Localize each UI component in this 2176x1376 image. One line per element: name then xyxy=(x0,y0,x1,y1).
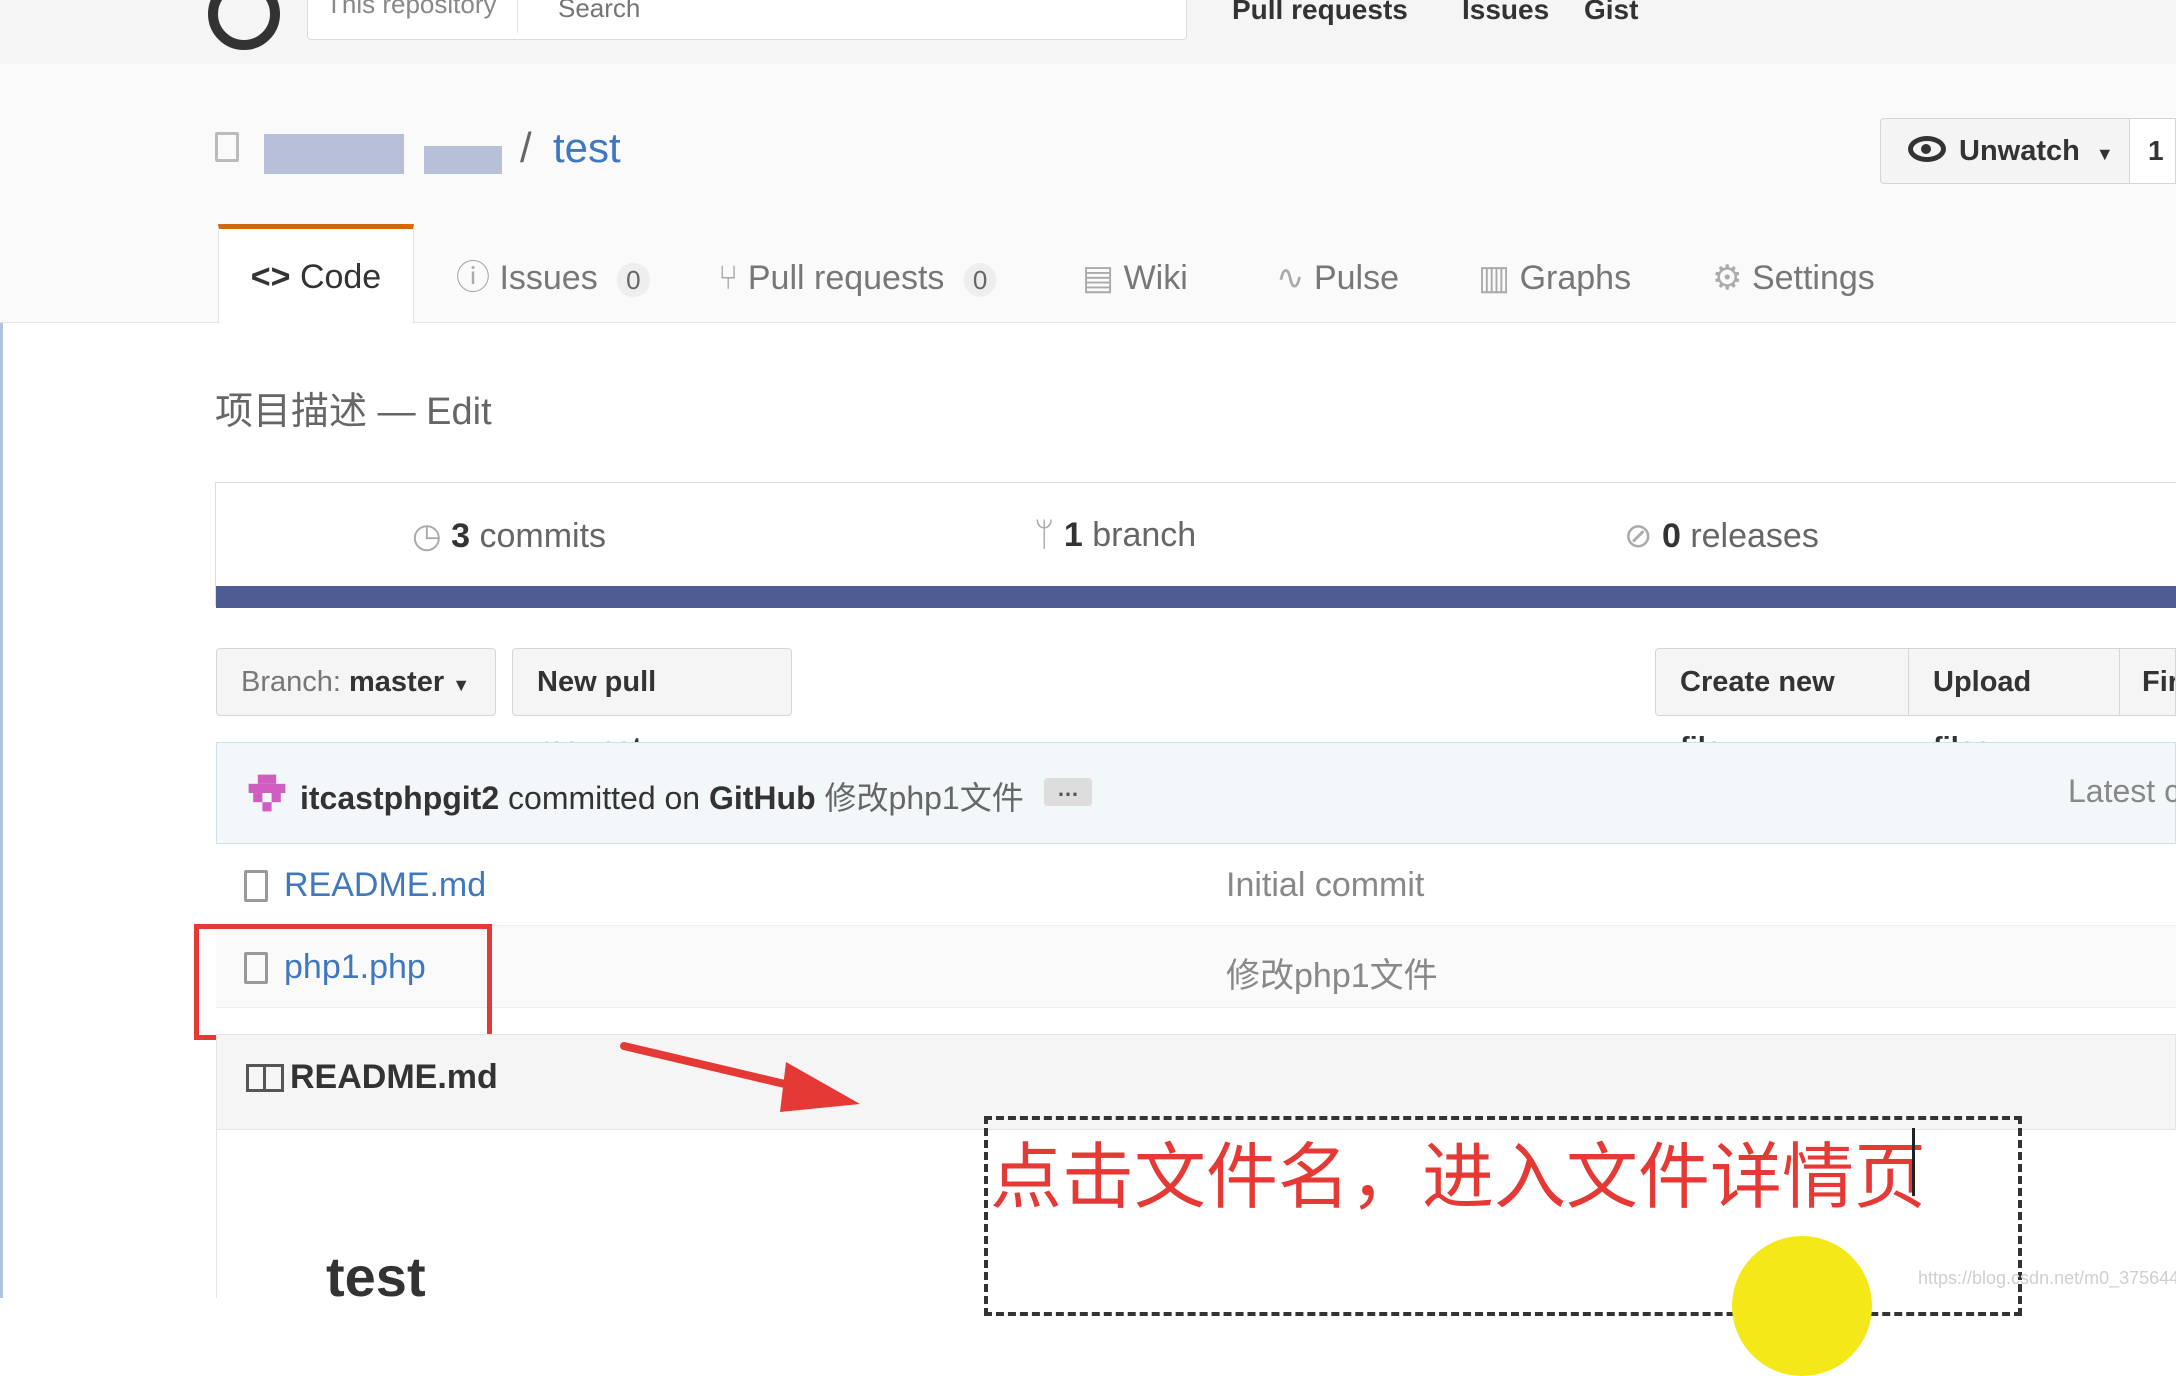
nav-gist[interactable]: Gist xyxy=(1584,0,1638,26)
graph-icon: ▥ xyxy=(1478,259,1511,297)
commit-middle-text: committed on xyxy=(508,780,701,816)
repo-path-separator: / xyxy=(520,124,532,171)
book-icon xyxy=(246,1064,284,1092)
pulse-icon: ∿ xyxy=(1276,259,1305,297)
releases-link[interactable]: ⊘ 0 releases xyxy=(1624,516,1819,556)
file-icon xyxy=(244,870,268,902)
tab-graphs-label: Graphs xyxy=(1519,259,1632,297)
code-icon: <> xyxy=(250,258,291,296)
commits-label: commits xyxy=(479,517,607,555)
tab-pulse-label: Pulse xyxy=(1313,259,1400,297)
create-new-file-button[interactable]: Create new file xyxy=(1655,648,1909,764)
watch-count[interactable]: 1 xyxy=(2129,118,2176,184)
readme-heading: test xyxy=(326,1245,426,1308)
search-scope-label: This repository xyxy=(326,0,518,33)
history-icon: ◷ xyxy=(412,517,442,555)
tab-pull-requests[interactable]: ⑂ Pull requests 0 xyxy=(718,248,997,320)
branch-icon: ᛘ xyxy=(1034,516,1055,554)
edit-description-link[interactable]: Edit xyxy=(426,391,491,433)
caret-down-icon: ▼ xyxy=(2095,144,2114,164)
tab-pulse[interactable]: ∿ Pulse xyxy=(1276,248,1399,320)
commit-summary: itcastphpgit2 committed on GitHub 修改php1… xyxy=(300,773,1024,819)
branch-prefix: Branch: xyxy=(241,666,341,698)
file-name-link[interactable]: README.md xyxy=(284,866,486,905)
search-input[interactable] xyxy=(556,0,1160,29)
tag-icon: ⊘ xyxy=(1624,517,1653,555)
commits-link[interactable]: ◷ 3 commits xyxy=(412,516,606,556)
tab-issues[interactable]: ⓘ Issues 0 xyxy=(456,248,650,320)
commit-author-link[interactable]: itcastphpgit2 xyxy=(300,780,499,816)
pull-requests-counter: 0 xyxy=(963,263,997,298)
repo-description: 项目描述 — Edit xyxy=(215,380,492,435)
file-commit-message[interactable]: Initial commit xyxy=(1226,866,1424,905)
latest-commit-label[interactable]: Latest c xyxy=(2068,773,2176,810)
releases-label: releases xyxy=(1690,517,1819,555)
text-cursor xyxy=(1912,1128,1915,1196)
readme-title: README.md xyxy=(290,1058,498,1096)
nav-pull-requests[interactable]: Pull requests xyxy=(1232,0,1408,26)
releases-count: 0 xyxy=(1661,517,1681,555)
pull-request-icon: ⑂ xyxy=(718,259,739,297)
commit-message-link[interactable]: 修改php1文件 xyxy=(825,780,1024,816)
tab-settings-label: Settings xyxy=(1751,259,1875,297)
new-pull-request-button[interactable]: New pull request xyxy=(512,648,792,764)
upload-files-button[interactable]: Upload files xyxy=(1908,648,2120,764)
file-row: php1.php 修改php1文件 xyxy=(216,926,2176,1008)
unwatch-label: Unwatch xyxy=(1959,135,2080,167)
tab-settings[interactable]: ⚙ Settings xyxy=(1712,248,1875,320)
file-row: README.md Initial commit xyxy=(216,844,2176,926)
repo-owner-blurred[interactable] xyxy=(264,134,404,174)
issues-counter: 0 xyxy=(617,263,650,298)
search-box[interactable]: This repository xyxy=(307,0,1187,40)
branch-label: branch xyxy=(1092,516,1197,554)
eye-icon xyxy=(1908,136,1946,162)
branch-link[interactable]: ᛘ 1 branch xyxy=(1034,516,1196,555)
tab-graphs[interactable]: ▥ Graphs xyxy=(1478,248,1631,320)
book-icon: ▤ xyxy=(1082,259,1115,297)
description-separator: — xyxy=(367,391,427,433)
issue-icon: ⓘ xyxy=(456,259,490,297)
annotation-text: 点击文件名，进入文件详情页 xyxy=(990,1135,1927,1219)
description-text: 项目描述 xyxy=(215,391,368,433)
commit-platform: GitHub xyxy=(708,780,816,816)
repo-owner-blurred-2 xyxy=(424,146,502,174)
expand-commit-button[interactable]: … xyxy=(1044,778,1092,806)
gear-icon: ⚙ xyxy=(1712,259,1743,297)
tab-wiki[interactable]: ▤ Wiki xyxy=(1082,248,1188,320)
tab-issues-label: Issues xyxy=(499,259,598,297)
tab-pull-requests-label: Pull requests xyxy=(747,259,945,297)
nav-issues[interactable]: Issues xyxy=(1462,0,1549,26)
arrow-annotation-icon xyxy=(620,1042,860,1112)
mouse-pointer-highlight xyxy=(1732,1236,1872,1376)
find-file-button[interactable]: Fir xyxy=(2119,648,2176,716)
branch-select-button[interactable]: Branch: master ▼ xyxy=(216,648,496,716)
branch-count: 1 xyxy=(1063,516,1083,554)
highlight-box-annotation xyxy=(194,924,492,1040)
tab-wiki-label: Wiki xyxy=(1123,259,1188,297)
repo-name-link[interactable]: test xyxy=(553,124,621,172)
caret-down-icon: ▼ xyxy=(452,675,471,695)
tab-code[interactable]: <> Code xyxy=(218,224,414,324)
file-commit-message[interactable]: 修改php1文件 xyxy=(1226,948,1438,997)
tab-code-label: Code xyxy=(299,258,382,296)
language-bar[interactable] xyxy=(216,586,2176,608)
commits-count: 3 xyxy=(451,517,471,555)
avatar[interactable] xyxy=(244,770,290,816)
watermark: https://blog.csdn.net/m0_37564426 xyxy=(1918,1268,2176,1288)
repo-icon xyxy=(215,132,239,162)
branch-name: master xyxy=(349,666,445,698)
